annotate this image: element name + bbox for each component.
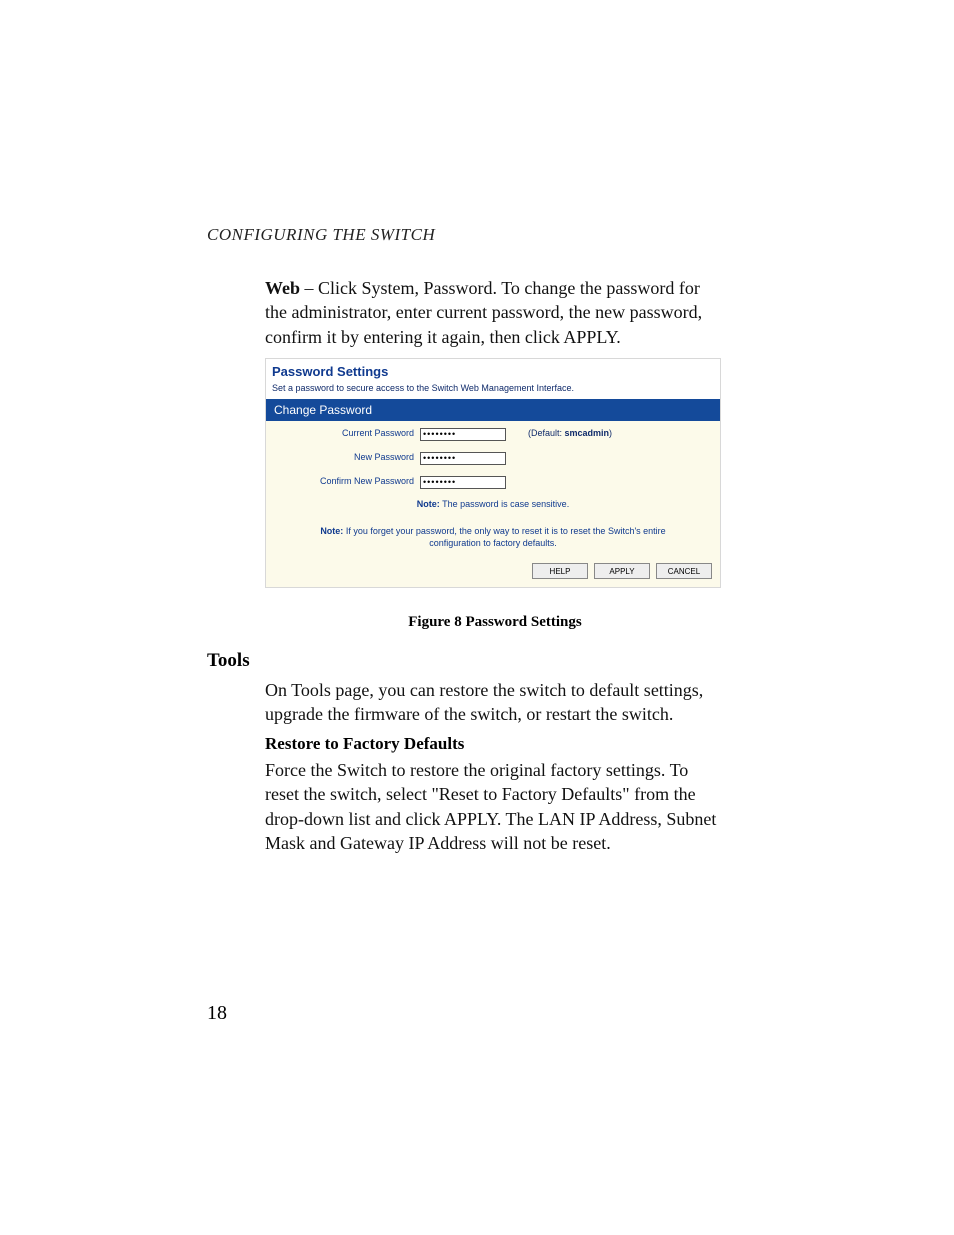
default-password-hint: (Default: smcadmin): [512, 428, 612, 438]
help-button[interactable]: HELP: [532, 563, 588, 579]
note2-text: If you forget your password, the only wa…: [343, 526, 665, 548]
input-confirm-password[interactable]: [420, 476, 506, 489]
label-new-password: New Password: [266, 452, 420, 462]
note1-label: Note:: [417, 499, 440, 509]
cancel-button[interactable]: CANCEL: [656, 563, 712, 579]
paragraph-tools-intro: On Tools page, you can restore the switc…: [265, 678, 725, 727]
paragraph-web-instructions: Web – Click System, Password. To change …: [265, 276, 725, 349]
page-number: 18: [207, 1002, 227, 1025]
input-current-password[interactable]: [420, 428, 506, 441]
input-new-password[interactable]: [420, 452, 506, 465]
panel-title: Password Settings: [272, 364, 388, 379]
panel-title-row: Password Settings: [266, 359, 720, 381]
row-new-password: New Password: [266, 445, 720, 469]
paragraph-restore-defaults: Force the Switch to restore the original…: [265, 758, 725, 855]
para1-lead: Web: [265, 278, 300, 298]
running-header: CONFIGURING THE SWITCH: [207, 225, 435, 245]
figure-caption: Figure 8 Password Settings: [265, 614, 725, 631]
default-hint-value: smcadmin: [565, 428, 610, 438]
row-current-password: Current Password (Default: smcadmin): [266, 421, 720, 445]
label-current-password: Current Password: [266, 428, 420, 438]
row-confirm-password: Confirm New Password: [266, 469, 720, 493]
password-settings-screenshot: Password Settings Set a password to secu…: [265, 358, 721, 588]
default-hint-prefix: (Default:: [528, 428, 565, 438]
default-hint-suffix: ): [609, 428, 612, 438]
label-confirm-password: Confirm New Password: [266, 476, 420, 486]
note-forgot-password: Note: If you forget your password, the o…: [266, 513, 720, 559]
note1-text: The password is case sensitive.: [440, 499, 569, 509]
tools-heading: Tools: [207, 650, 250, 672]
change-password-header: Change Password: [266, 399, 720, 421]
para1-body: – Click System, Password. To change the …: [265, 278, 702, 347]
button-row: HELP APPLY CANCEL: [266, 559, 720, 587]
change-password-form: Current Password (Default: smcadmin) New…: [266, 421, 720, 587]
note-case-sensitive: Note: The password is case sensitive.: [266, 493, 720, 513]
panel-subtitle: Set a password to secure access to the S…: [266, 381, 720, 399]
apply-button[interactable]: APPLY: [594, 563, 650, 579]
restore-defaults-subheading: Restore to Factory Defaults: [265, 734, 464, 754]
note2-label: Note:: [320, 526, 343, 536]
